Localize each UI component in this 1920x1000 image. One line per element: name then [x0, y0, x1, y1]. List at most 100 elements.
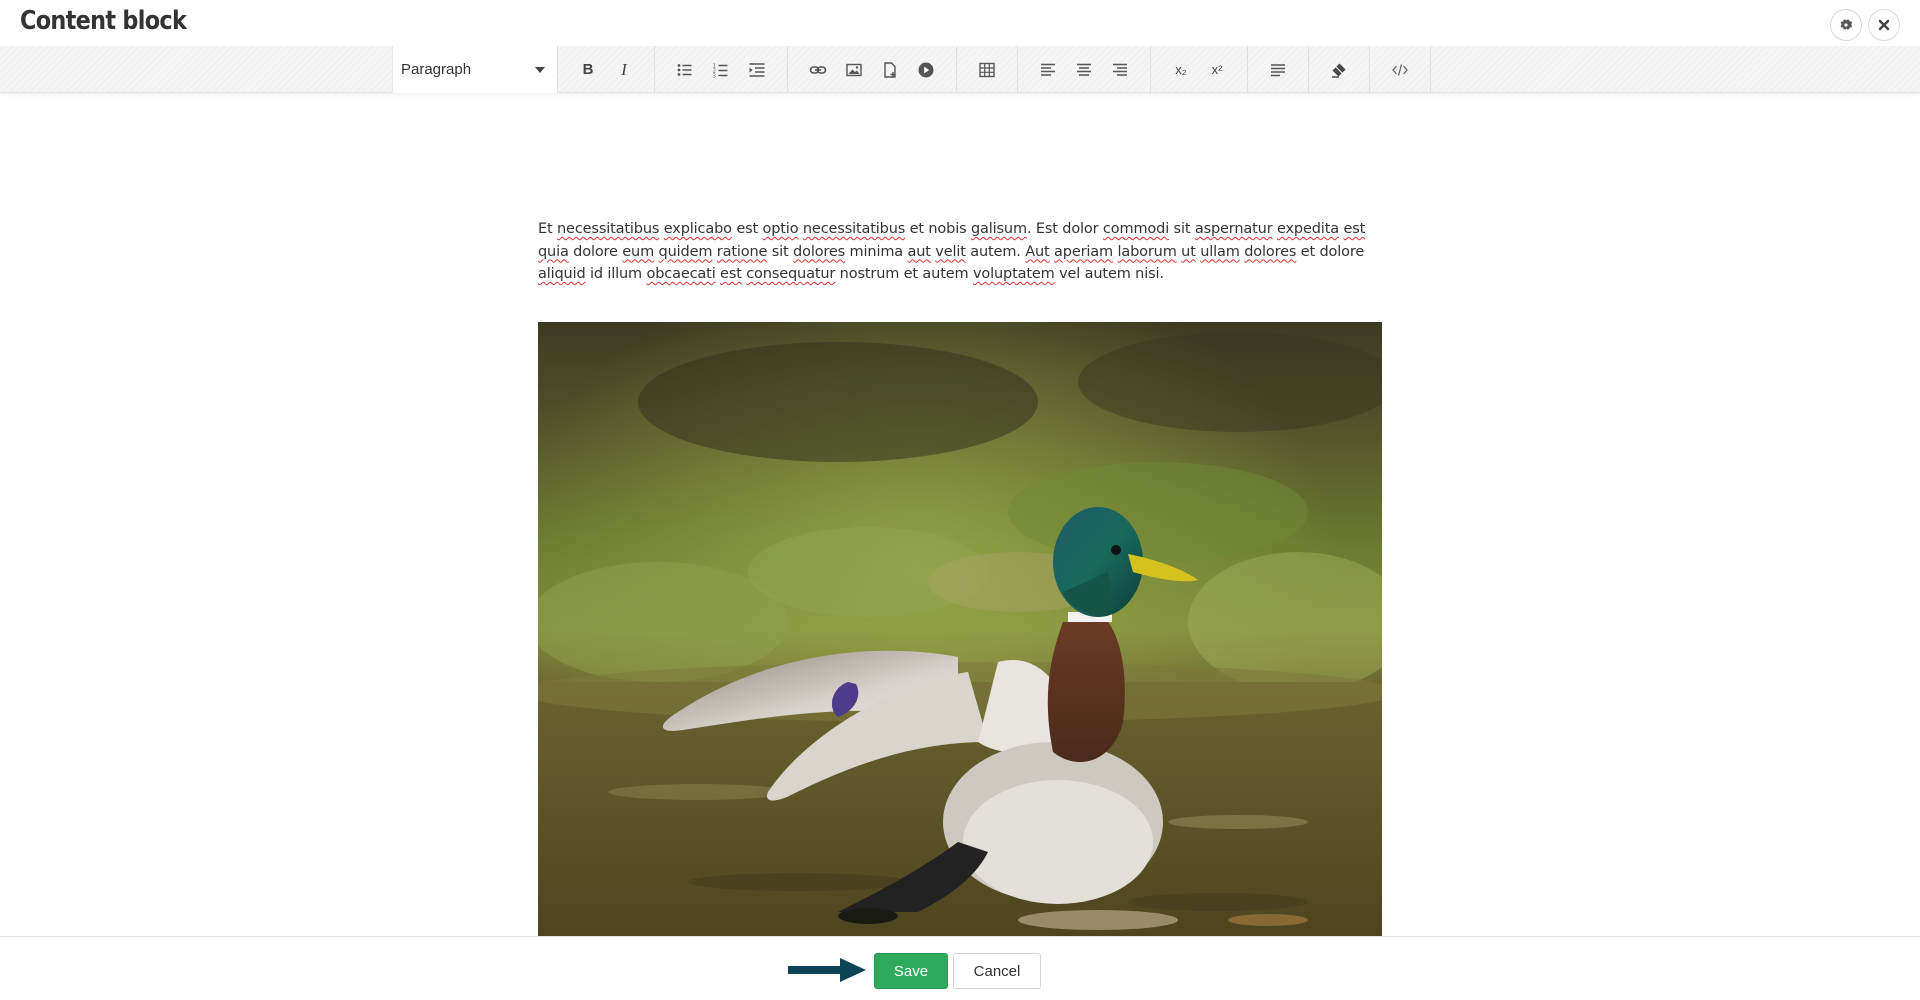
table-button[interactable] — [969, 52, 1005, 88]
bold-button[interactable]: B — [570, 52, 606, 88]
indent-button[interactable] — [739, 52, 775, 88]
misspelled-word: est — [1343, 221, 1366, 237]
body-paragraph[interactable]: Et necessitatibus explicabo est optio ne… — [538, 218, 1384, 286]
code-icon — [1392, 63, 1408, 76]
close-icon — [1878, 19, 1890, 31]
text-segment: autem. — [965, 243, 1026, 260]
text-segment: et nobis — [905, 221, 971, 237]
align-group — [1018, 46, 1151, 93]
table-icon — [979, 62, 995, 77]
text-segment: . Est dolor — [1026, 221, 1103, 237]
misspelled-word: expedita — [1276, 221, 1339, 237]
clear-formatting-button[interactable] — [1321, 52, 1357, 88]
misspelled-word: voluptatem — [972, 266, 1055, 282]
misspelled-word: ratione — [716, 243, 768, 260]
superscript-button[interactable]: x² — [1199, 52, 1235, 88]
svg-text:3: 3 — [713, 73, 717, 79]
cancel-button[interactable]: Cancel — [953, 953, 1041, 989]
editor-toolbar: Paragraph B I 123 x₂ x² — [0, 46, 1920, 93]
misspelled-word: dolores — [1244, 243, 1297, 260]
script-group: x₂ x² — [1151, 46, 1248, 93]
align-right-button[interactable] — [1102, 52, 1138, 88]
bulleted-list-button[interactable] — [667, 52, 703, 88]
misspelled-word: galisum — [970, 221, 1027, 237]
numbered-list-icon: 123 — [713, 63, 728, 79]
link-icon — [809, 65, 827, 74]
save-button[interactable]: Save — [874, 953, 948, 989]
align-center-icon — [1077, 63, 1091, 76]
text-segment: et dolore — [1296, 243, 1365, 260]
insert-group — [788, 46, 957, 93]
settings-button[interactable] — [1830, 9, 1862, 41]
image-icon — [846, 63, 862, 76]
chevron-down-icon — [535, 67, 545, 73]
text-segment: dolore — [568, 243, 623, 260]
misspelled-word: aliquid — [538, 266, 586, 282]
indent-icon — [749, 62, 765, 77]
modal-footer: Save Cancel — [0, 936, 1920, 1000]
misspelled-word: quidem — [658, 243, 713, 260]
editor-content[interactable]: Et necessitatibus explicabo est optio ne… — [0, 94, 1920, 936]
clear-format-group — [1309, 46, 1370, 93]
misspelled-word: ut — [1181, 243, 1196, 260]
subscript-icon: x₂ — [1175, 62, 1187, 77]
misspelled-word: eum — [622, 243, 655, 260]
mallard-duck-photo[interactable] — [538, 322, 1382, 936]
source-code-button[interactable] — [1382, 52, 1418, 88]
misspelled-word: commodi — [1102, 221, 1170, 237]
paragraph-format-group — [1248, 46, 1309, 93]
text-segment: minima — [845, 243, 908, 260]
arrow-right-icon — [788, 958, 866, 982]
text-segment: id illum — [585, 266, 647, 282]
misspelled-word: aperiam — [1054, 243, 1114, 260]
format-select[interactable]: Paragraph — [392, 46, 558, 93]
misspelled-word: necessitatibus — [557, 221, 660, 237]
misspelled-word: dolores — [793, 243, 846, 260]
misspelled-word: aut — [907, 243, 931, 260]
text-segment: nostrum et autem — [835, 266, 973, 282]
align-left-icon — [1041, 63, 1055, 76]
misspelled-word: laborum — [1117, 243, 1177, 260]
gear-icon — [1840, 19, 1853, 30]
superscript-icon: x² — [1211, 62, 1223, 77]
misspelled-word: obcaecati — [646, 266, 716, 282]
misspelled-word: necessitatibus — [802, 221, 906, 237]
file-icon — [884, 61, 896, 78]
align-right-icon — [1113, 63, 1127, 76]
text-segment: vel autem nisi. — [1054, 266, 1164, 282]
text-segment: est — [731, 221, 763, 237]
misspelled-word: consequatur — [746, 266, 836, 282]
paragraph-format-button[interactable] — [1260, 52, 1296, 88]
text-style-group: B I — [558, 46, 655, 93]
insert-media-button[interactable] — [908, 52, 944, 88]
misspelled-word: explicabo — [663, 221, 732, 237]
duck-image — [538, 322, 1382, 936]
subscript-button[interactable]: x₂ — [1163, 52, 1199, 88]
italic-button[interactable]: I — [606, 52, 642, 88]
source-group — [1370, 46, 1431, 93]
clear-formatting-icon — [1332, 63, 1346, 78]
insert-file-button[interactable] — [872, 52, 908, 88]
bold-icon: B — [582, 61, 594, 78]
misspelled-word: quia — [538, 243, 569, 260]
align-center-button[interactable] — [1066, 52, 1102, 88]
misspelled-word: Aut — [1025, 243, 1050, 260]
misspelled-word: aspernatur — [1194, 221, 1273, 237]
bulleted-list-icon — [677, 63, 692, 76]
close-button[interactable] — [1868, 9, 1900, 41]
text-segment: sit — [767, 243, 794, 260]
misspelled-word: ullam — [1200, 243, 1240, 260]
play-icon — [918, 62, 934, 77]
page-title: Content block — [20, 6, 187, 36]
table-group — [957, 46, 1018, 93]
image-button[interactable] — [836, 52, 872, 88]
misspelled-word: optio — [762, 221, 799, 237]
align-left-button[interactable] — [1030, 52, 1066, 88]
misspelled-word: velit — [935, 243, 966, 260]
misspelled-word: est — [720, 266, 742, 282]
text-segment: Et — [538, 221, 558, 237]
modal-header: Content block — [0, 0, 1920, 46]
list-group: 123 — [655, 46, 788, 93]
numbered-list-button[interactable]: 123 — [703, 52, 739, 88]
link-button[interactable] — [800, 52, 836, 88]
